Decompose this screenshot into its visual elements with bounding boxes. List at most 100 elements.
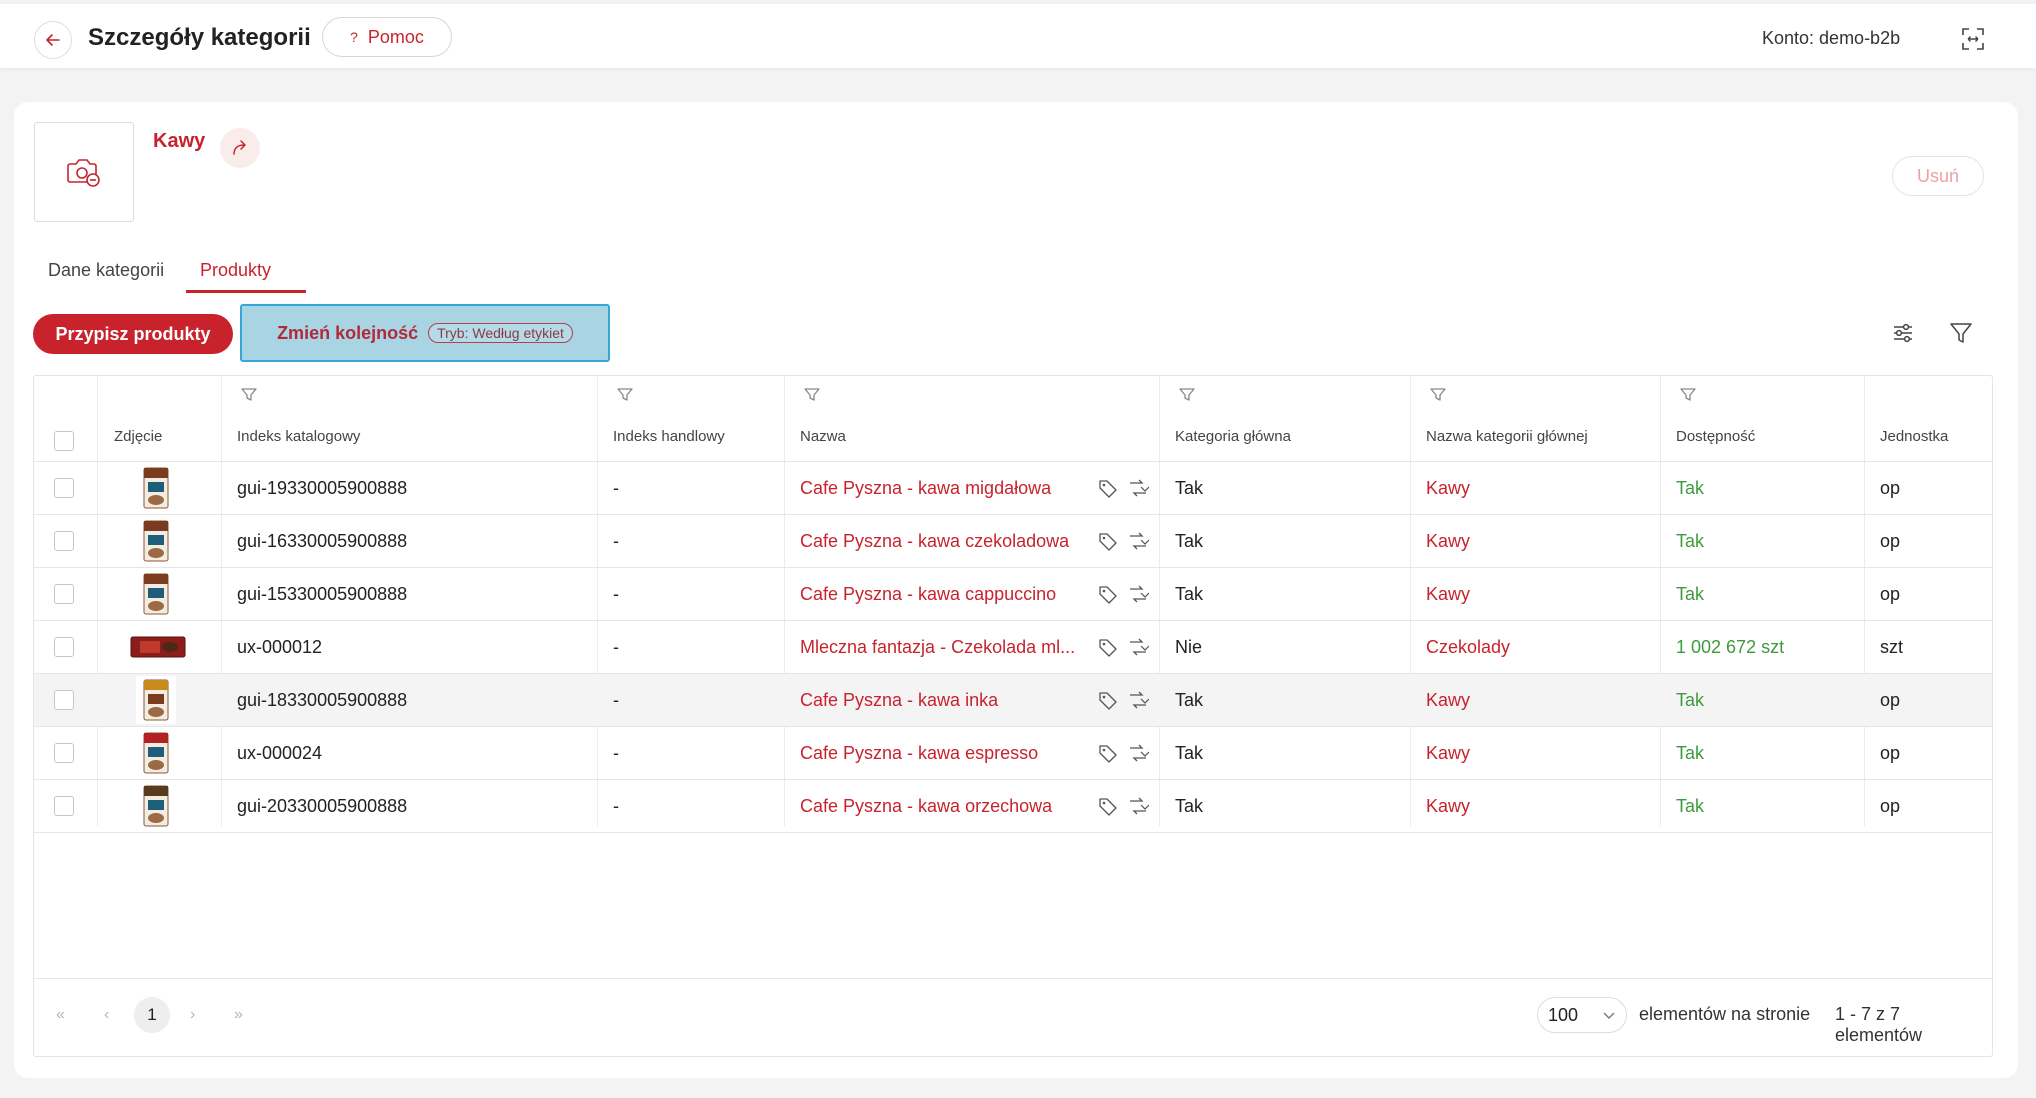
relations-icon[interactable] <box>1127 477 1149 499</box>
mode-badge: Tryb: Według etykiet <box>428 323 573 343</box>
tag-icon[interactable] <box>1097 742 1119 764</box>
per-page-label: elementów na stronie <box>1639 1004 1811 1024</box>
tag-icon[interactable] <box>1097 583 1119 605</box>
select-all-checkbox[interactable] <box>54 431 74 451</box>
delete-button[interactable]: Usuń <box>1892 156 1984 196</box>
products-table: Zdjęcie Indeks katalogowy Indeks handlow… <box>33 375 1993 1057</box>
row-checkbox[interactable] <box>54 690 74 710</box>
column-header-photo[interactable]: Zdjęcie <box>114 428 162 445</box>
page-size-select[interactable]: 100 <box>1537 997 1627 1033</box>
availability: Tak <box>1676 795 1705 816</box>
coffee-bag-icon <box>136 676 176 724</box>
availability: Tak <box>1676 742 1705 763</box>
unit: op <box>1880 530 1901 551</box>
unit: op <box>1880 477 1901 498</box>
main-category: Tak <box>1175 689 1204 710</box>
tab-products[interactable]: Produkty <box>200 260 271 281</box>
product-name-link[interactable]: Cafe Pyszna - kawa inka <box>800 674 1086 726</box>
table-row[interactable]: gui-20330005900888 - Cafe Pyszna - kawa … <box>34 780 1992 832</box>
last-page-icon[interactable]: » <box>234 1006 243 1024</box>
change-order-label: Zmień kolejność <box>277 322 419 343</box>
relations-icon[interactable] <box>1127 636 1149 658</box>
relations-icon[interactable] <box>1127 795 1149 817</box>
category-image-placeholder[interactable] <box>34 122 134 222</box>
table-row[interactable]: gui-18330005900888 - Cafe Pyszna - kawa … <box>34 674 1992 726</box>
tag-icon[interactable] <box>1097 477 1119 499</box>
share-button[interactable] <box>220 128 260 168</box>
column-header-unit[interactable]: Jednostka <box>1880 428 1948 445</box>
help-button[interactable]: ? Pomoc <box>322 17 452 57</box>
active-tab-indicator <box>186 290 306 293</box>
row-checkbox[interactable] <box>54 796 74 816</box>
product-name-link[interactable]: Cafe Pyszna - kawa migdałowa <box>800 462 1086 514</box>
arrow-left-icon <box>46 34 60 46</box>
column-header-main-category-name[interactable]: Nazwa kategorii głównej <box>1426 428 1588 445</box>
column-filter-icon[interactable] <box>803 386 821 404</box>
coffee-bag-icon <box>143 520 169 562</box>
product-name-link[interactable]: Cafe Pyszna - kawa cappuccino <box>800 568 1086 620</box>
change-order-button[interactable]: Zmień kolejność Tryb: Według etykiet <box>240 304 610 362</box>
coffee-bag-icon <box>143 785 169 827</box>
tag-icon[interactable] <box>1097 530 1119 552</box>
tag-icon[interactable] <box>1097 795 1119 817</box>
row-checkbox[interactable] <box>54 531 74 551</box>
filter-icon[interactable] <box>1946 318 1976 348</box>
column-header-main-category[interactable]: Kategoria główna <box>1175 428 1291 445</box>
tag-icon[interactable] <box>1097 689 1119 711</box>
fullscreen-icon[interactable] <box>1958 24 1988 54</box>
main-category-name-link[interactable]: Kawy <box>1426 727 1470 779</box>
column-header-trade-index[interactable]: Indeks handlowy <box>613 428 725 445</box>
main-category-name-link[interactable]: Kawy <box>1426 515 1470 567</box>
catalog-index: gui-15330005900888 <box>237 583 408 604</box>
first-page-icon[interactable]: « <box>56 1006 65 1024</box>
back-button[interactable] <box>34 21 72 59</box>
assign-products-button[interactable]: Przypisz produkty <box>33 314 233 354</box>
page-size-value: 100 <box>1548 1004 1579 1025</box>
row-checkbox[interactable] <box>54 743 74 763</box>
current-page[interactable]: 1 <box>134 997 170 1033</box>
range-label: 1 - 7 z 7 elementów <box>1835 1004 1923 1045</box>
trade-index: - <box>613 636 619 657</box>
relations-icon[interactable] <box>1127 583 1149 605</box>
column-header-catalog-index[interactable]: Indeks katalogowy <box>237 428 360 445</box>
tab-category-data[interactable]: Dane kategorii <box>48 260 164 281</box>
relations-icon[interactable] <box>1127 689 1149 711</box>
main-category: Tak <box>1175 477 1204 498</box>
main-category-name-link[interactable]: Kawy <box>1426 568 1470 620</box>
table-row[interactable]: ux-000012 - Mleczna fantazja - Czekolada… <box>34 621 1992 673</box>
main-category-name-link[interactable]: Kawy <box>1426 780 1470 832</box>
relations-icon[interactable] <box>1127 530 1149 552</box>
product-name-link[interactable]: Cafe Pyszna - kawa espresso <box>800 727 1086 779</box>
main-category-name-link[interactable]: Kawy <box>1426 674 1470 726</box>
column-header-name[interactable]: Nazwa <box>800 428 846 445</box>
table-row[interactable]: gui-15330005900888 - Cafe Pyszna - kawa … <box>34 568 1992 620</box>
column-filter-icon[interactable] <box>1178 386 1196 404</box>
trade-index: - <box>613 689 619 710</box>
column-header-availability[interactable]: Dostępność <box>1676 428 1755 445</box>
tag-icon[interactable] <box>1097 636 1119 658</box>
trade-index: - <box>613 795 619 816</box>
availability: 1 002 672 szt <box>1676 636 1785 657</box>
table-row[interactable]: ux-000024 - Cafe Pyszna - kawa espresso … <box>34 727 1992 779</box>
availability: Tak <box>1676 477 1705 498</box>
table-row[interactable]: gui-16330005900888 - Cafe Pyszna - kawa … <box>34 515 1992 567</box>
help-label: Pomoc <box>367 26 424 47</box>
product-name-link[interactable]: Cafe Pyszna - kawa czekoladowa <box>800 515 1086 567</box>
column-filter-icon[interactable] <box>616 386 634 404</box>
product-name-link[interactable]: Cafe Pyszna - kawa orzechowa <box>800 780 1086 832</box>
main-category-name-link[interactable]: Czekolady <box>1426 621 1510 673</box>
next-page-icon[interactable]: › <box>190 1006 195 1024</box>
row-checkbox[interactable] <box>54 584 74 604</box>
column-filter-icon[interactable] <box>1679 386 1697 404</box>
main-category-name-link[interactable]: Kawy <box>1426 462 1470 514</box>
prev-page-icon[interactable]: ‹ <box>104 1006 109 1024</box>
table-row[interactable]: gui-19330005900888 - Cafe Pyszna - kawa … <box>34 462 1992 514</box>
column-settings-icon[interactable] <box>1888 318 1918 348</box>
relations-icon[interactable] <box>1127 742 1149 764</box>
column-filter-icon[interactable] <box>1429 386 1447 404</box>
trade-index: - <box>613 742 619 763</box>
product-name-link[interactable]: Mleczna fantazja - Czekolada ml... <box>800 621 1086 673</box>
row-checkbox[interactable] <box>54 478 74 498</box>
column-filter-icon[interactable] <box>240 386 258 404</box>
row-checkbox[interactable] <box>54 637 74 657</box>
